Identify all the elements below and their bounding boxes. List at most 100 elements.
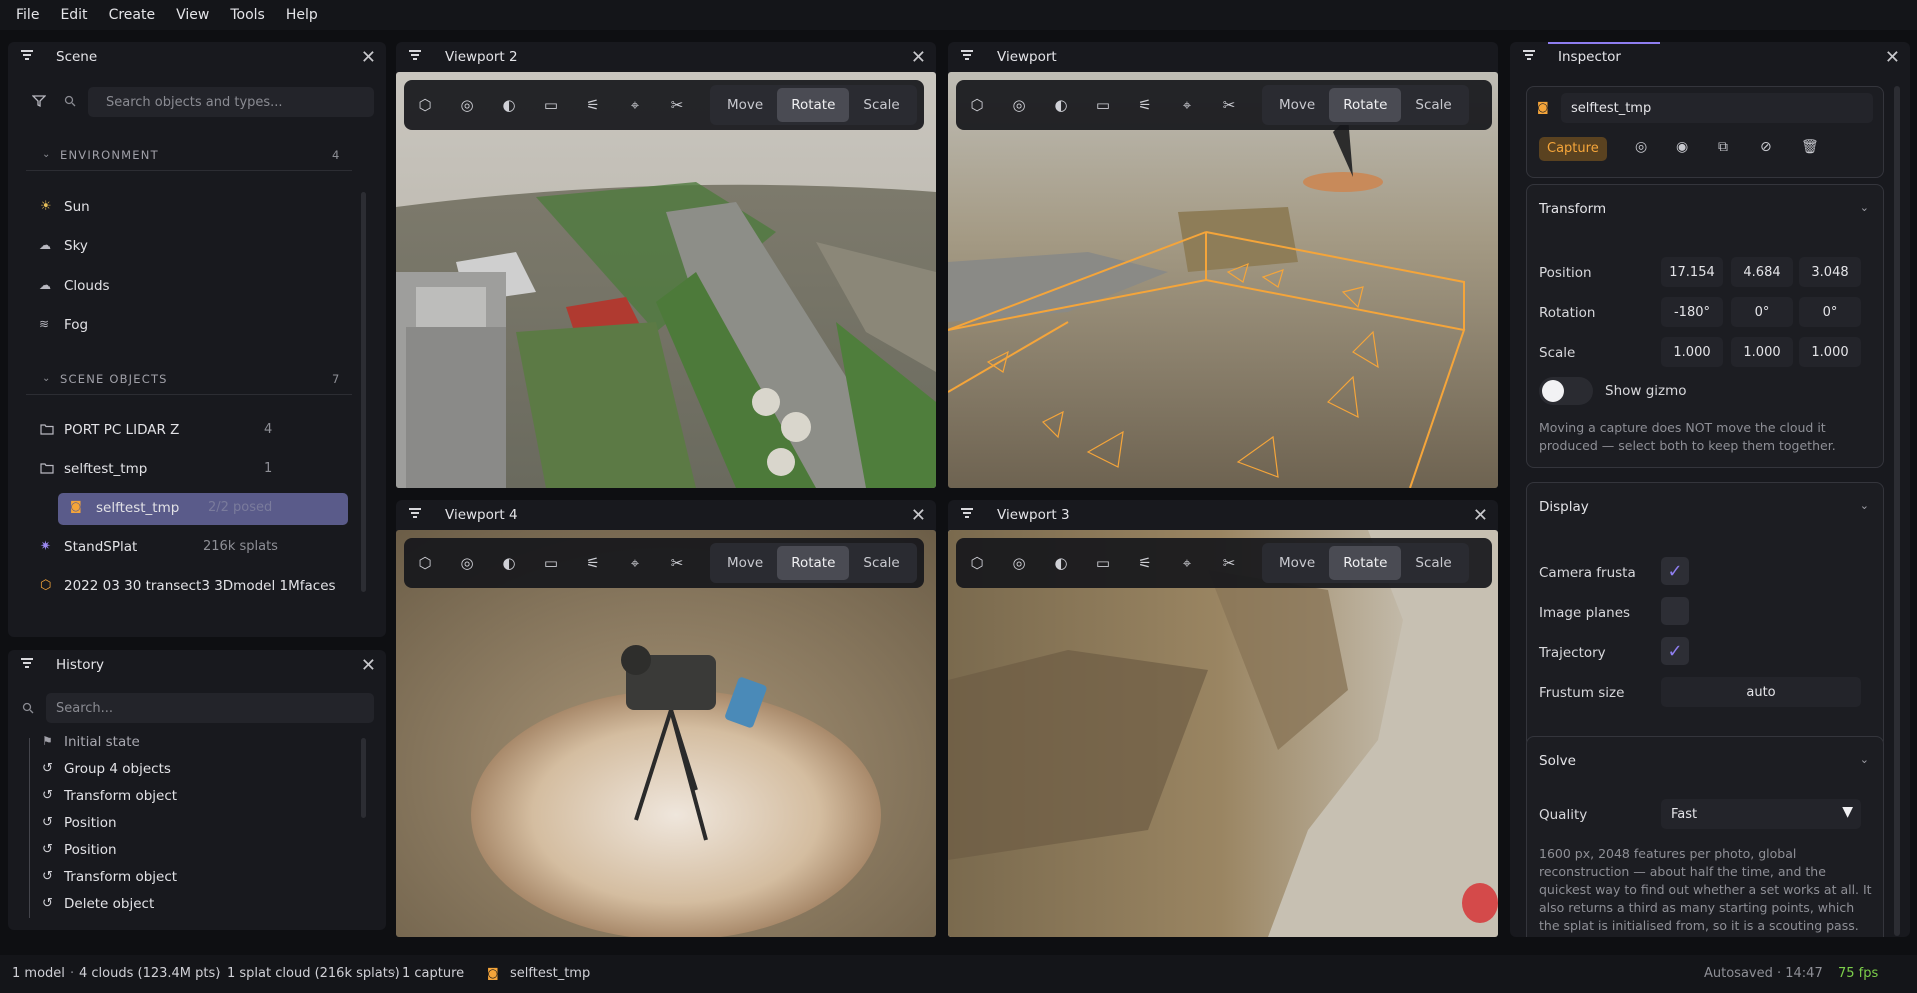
target-icon[interactable]: ◎ <box>446 554 488 572</box>
history-item[interactable]: Initial state <box>64 734 140 750</box>
palette-icon[interactable]: ◐ <box>488 96 530 114</box>
display-header[interactable]: Display <box>1539 499 1589 515</box>
move-button[interactable]: Move <box>713 88 777 122</box>
quality-select[interactable]: Fast ▼ <box>1661 799 1861 829</box>
menu-file[interactable]: File <box>16 7 39 23</box>
palette-icon[interactable]: ◐ <box>1040 554 1082 572</box>
history-item[interactable]: Transform object <box>64 788 177 804</box>
scale-y-field[interactable]: 1.000 <box>1731 337 1793 367</box>
scrollbar[interactable] <box>1894 86 1900 936</box>
panel-menu-icon[interactable] <box>408 49 422 63</box>
target-icon[interactable]: ◎ <box>998 96 1040 114</box>
duplicate-icon[interactable]: ⧉ <box>1718 139 1728 155</box>
move-button[interactable]: Move <box>713 546 777 580</box>
close-icon[interactable]: ✕ <box>911 47 926 68</box>
scale-z-field[interactable]: 1.000 <box>1799 337 1861 367</box>
pin-icon[interactable]: ⌖ <box>1166 96 1208 114</box>
close-icon[interactable]: ✕ <box>361 47 376 68</box>
menu-create[interactable]: Create <box>109 7 156 23</box>
cube-icon[interactable]: ⬡ <box>404 554 446 572</box>
history-item[interactable]: Group 4 objects <box>64 761 171 777</box>
close-icon[interactable]: ✕ <box>361 655 376 676</box>
trajectory-checkbox[interactable]: ✓ <box>1661 637 1689 665</box>
delete-icon[interactable]: 🗑 <box>1801 139 1819 155</box>
chevron-down-icon[interactable]: ⌄ <box>42 149 50 160</box>
history-item[interactable]: Position <box>64 842 117 858</box>
hide-icon[interactable]: ⊘ <box>1760 139 1772 155</box>
scale-button[interactable]: Scale <box>1401 88 1465 122</box>
scissors-icon[interactable]: ✂ <box>1208 96 1250 114</box>
rotate-button[interactable]: Rotate <box>777 88 850 122</box>
panel-menu-icon[interactable] <box>20 657 34 671</box>
menu-view[interactable]: View <box>176 7 209 23</box>
viewport-canvas[interactable] <box>396 72 936 488</box>
palette-icon[interactable]: ◐ <box>1040 96 1082 114</box>
scale-button[interactable]: Scale <box>849 88 913 122</box>
viewport-canvas[interactable] <box>948 530 1498 937</box>
frustum-size-field[interactable]: auto <box>1661 677 1861 707</box>
target-icon[interactable]: ◎ <box>446 96 488 114</box>
list-item[interactable]: Sky <box>64 238 88 254</box>
rotation-z-field[interactable]: 0° <box>1799 297 1861 327</box>
scissors-icon[interactable]: ✂ <box>656 96 698 114</box>
sliders-icon[interactable]: ⚟ <box>572 554 614 572</box>
menu-tools[interactable]: Tools <box>230 7 265 23</box>
filter-icon[interactable] <box>32 94 46 108</box>
palette-icon[interactable]: ◐ <box>488 554 530 572</box>
camera-frusta-checkbox[interactable]: ✓ <box>1661 557 1689 585</box>
selected-row[interactable]: ◙ selftest_tmp 2/2 posed <box>58 493 348 525</box>
scale-x-field[interactable]: 1.000 <box>1661 337 1723 367</box>
move-button[interactable]: Move <box>1265 88 1329 122</box>
scale-button[interactable]: Scale <box>849 546 913 580</box>
focus-icon[interactable]: ◎ <box>1635 139 1647 155</box>
scrollbar[interactable] <box>361 738 366 818</box>
solve-header[interactable]: Solve <box>1539 753 1576 769</box>
panel-menu-icon[interactable] <box>960 49 974 63</box>
position-z-field[interactable]: 3.048 <box>1799 257 1861 287</box>
sliders-icon[interactable]: ⚟ <box>1124 96 1166 114</box>
chevron-down-icon[interactable]: ⌄ <box>1860 201 1869 214</box>
cube-icon[interactable]: ⬡ <box>404 96 446 114</box>
rotate-button[interactable]: Rotate <box>777 546 850 580</box>
panel-menu-icon[interactable] <box>20 49 34 63</box>
scrollbar[interactable] <box>361 192 366 592</box>
rotation-y-field[interactable]: 0° <box>1731 297 1793 327</box>
close-icon[interactable]: ✕ <box>1473 505 1488 526</box>
close-icon[interactable]: ✕ <box>1885 47 1900 68</box>
scene-search-input[interactable]: Search objects and types... <box>88 87 374 117</box>
show-gizmo-toggle[interactable] <box>1539 377 1593 405</box>
ruler-icon[interactable]: ▭ <box>1082 96 1124 114</box>
history-item[interactable]: Delete object <box>64 896 154 912</box>
scissors-icon[interactable]: ✂ <box>656 554 698 572</box>
list-item[interactable]: Fog <box>64 317 88 333</box>
scissors-icon[interactable]: ✂ <box>1208 554 1250 572</box>
list-item[interactable]: PORT PC LIDAR Z <box>64 422 179 438</box>
ruler-icon[interactable]: ▭ <box>530 554 572 572</box>
chevron-down-icon[interactable]: ⌄ <box>1860 499 1869 512</box>
scale-button[interactable]: Scale <box>1401 546 1465 580</box>
rotate-button[interactable]: Rotate <box>1329 88 1402 122</box>
rotation-x-field[interactable]: -180° <box>1661 297 1723 327</box>
ruler-icon[interactable]: ▭ <box>530 96 572 114</box>
transform-header[interactable]: Transform <box>1539 201 1606 217</box>
panel-menu-icon[interactable] <box>1522 49 1536 63</box>
move-button[interactable]: Move <box>1265 546 1329 580</box>
cube-icon[interactable]: ⬡ <box>956 554 998 572</box>
sliders-icon[interactable]: ⚟ <box>572 96 614 114</box>
list-item[interactable]: StandSPlat <box>64 539 137 555</box>
list-item[interactable]: 2022 03 30 transect3 3Dmodel 1Mfaces <box>64 578 336 594</box>
list-item[interactable]: selftest_tmp <box>64 461 147 477</box>
viewport-canvas[interactable] <box>396 530 936 937</box>
menu-edit[interactable]: Edit <box>60 7 87 23</box>
chevron-down-icon[interactable]: ⌄ <box>1860 753 1869 766</box>
panel-menu-icon[interactable] <box>408 507 422 521</box>
viewport-canvas[interactable] <box>948 72 1498 488</box>
position-x-field[interactable]: 17.154 <box>1661 257 1723 287</box>
pin-icon[interactable]: ⌖ <box>614 96 656 114</box>
target-icon[interactable]: ◎ <box>998 554 1040 572</box>
history-item[interactable]: Transform object <box>64 869 177 885</box>
eye-icon[interactable]: ◉ <box>1676 139 1688 155</box>
rotate-button[interactable]: Rotate <box>1329 546 1402 580</box>
sliders-icon[interactable]: ⚟ <box>1124 554 1166 572</box>
list-item[interactable]: Clouds <box>64 278 110 294</box>
